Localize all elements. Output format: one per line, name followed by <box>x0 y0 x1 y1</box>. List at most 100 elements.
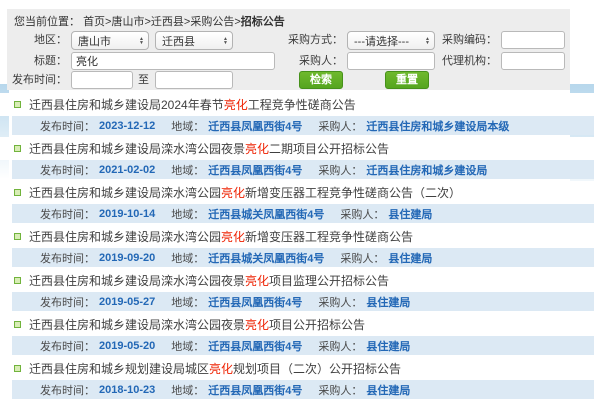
agency-input[interactable] <box>501 52 565 70</box>
announcement-title[interactable]: 迁西县住房和城乡建设局滦水湾公园亮化新增变压器工程竞争性磋商公告（二次） <box>29 184 461 201</box>
breadcrumb: 您当前位置： 首页>唐山市>迁西县>采购公告>招标公告 <box>14 13 285 29</box>
meta-region-value: 迁西县凤凰西街4号 <box>208 382 302 398</box>
announcement-title-row[interactable]: 迁西县住房和城乡规划建设局城区亮化规划项目（二次）公开招标公告 <box>0 357 600 380</box>
meta-region-label: 地域： <box>171 250 204 266</box>
purchase-method-select[interactable]: ---请选择--- ▲▼ <box>347 31 435 50</box>
region-county-value: 迁西县 <box>162 33 220 49</box>
announcement-title-row[interactable]: 迁西县住房和城乡建设局滦水湾公园亮化新增变压器工程竞争性磋商公告 <box>0 225 600 248</box>
meta-buyer-value: 县住建局 <box>388 206 432 222</box>
meta-region-value: 迁西县凤凰西街4号 <box>208 162 302 178</box>
meta-buyer-value: 县住建局 <box>366 338 410 354</box>
announcement-title[interactable]: 迁西县住房和城乡建设局滦水湾公园夜景亮化二期项目公开招标公告 <box>29 140 389 157</box>
announcement-bullet-icon <box>14 189 21 196</box>
announcement-title-row[interactable]: 迁西县住房和城乡建设局滦水湾公园夜景亮化项目监理公开招标公告 <box>0 269 600 292</box>
announcement-meta-row: 发布时间： 2019-05-20 地域： 迁西县凤凰西街4号 采购人： 县住建局 <box>12 336 594 355</box>
announcement-meta-row: 发布时间： 2019-05-27 地域： 迁西县凤凰西街4号 采购人： 县住建局 <box>12 292 594 311</box>
region-label: 地区： <box>7 31 67 49</box>
search-button[interactable]: 检索 <box>299 71 343 89</box>
meta-date-value: 2019-05-20 <box>99 340 155 352</box>
title-text-pre: 迁西县住房和城乡规划建设局城区 <box>29 362 209 376</box>
meta-buyer-value: 迁西县住房和城乡建设局本级 <box>366 118 509 134</box>
keyword-highlight: 亮化 <box>221 186 245 200</box>
buyer-label: 采购人： <box>267 52 343 70</box>
reset-button[interactable]: 重置 <box>385 71 429 89</box>
meta-region-label: 地域： <box>171 338 204 354</box>
buyer-input[interactable] <box>347 52 435 70</box>
breadcrumb-path[interactable]: 首页>唐山市>迁西县>采购公告> <box>83 16 241 28</box>
announcement-title-row[interactable]: 迁西县住房和城乡建设局滦水湾公园亮化新增变压器工程竞争性磋商公告（二次） <box>0 181 600 204</box>
meta-date-value: 2019-05-27 <box>99 296 155 308</box>
search-panel: 您当前位置： 首页>唐山市>迁西县>采购公告>招标公告 地区： 唐山市 ▲▼ 迁… <box>7 9 570 90</box>
announcement-meta-row: 发布时间： 2023-12-12 地域： 迁西县凤凰西街4号 采购人： 迁西县住… <box>12 116 594 135</box>
meta-buyer-label: 采购人： <box>340 206 384 222</box>
meta-buyer-label: 采购人： <box>318 338 362 354</box>
announcement-item: 迁西县住房和城乡建设局2024年春节亮化工程竞争性磋商公告 发布时间： 2023… <box>0 93 600 137</box>
meta-date-value: 2019-10-14 <box>99 208 155 220</box>
announcement-title-row[interactable]: 迁西县住房和城乡建设局滦水湾公园夜景亮化二期项目公开招标公告 <box>0 137 600 160</box>
meta-buyer-label: 采购人： <box>318 162 362 178</box>
date-from-input[interactable] <box>71 71 133 89</box>
meta-buyer-value: 县住建局 <box>388 250 432 266</box>
publish-date-label: 发布时间： <box>7 71 67 89</box>
purchase-code-label: 采购编码： <box>425 31 497 49</box>
announcement-item: 迁西县住房和城乡建设局滦水湾公园亮化新增变压器工程竞争性磋商公告（二次） 发布时… <box>0 181 600 225</box>
meta-buyer-value: 迁西县住房和城乡建设局 <box>366 162 487 178</box>
announcement-meta-row: 发布时间： 2019-09-20 地域： 迁西县城关凤凰西街4号 采购人： 县住… <box>12 248 594 267</box>
purchase-method-label: 采购方式： <box>267 31 343 49</box>
announcement-bullet-icon <box>14 101 21 108</box>
title-text-post: 规划项目（二次）公开招标公告 <box>233 362 401 376</box>
keyword-highlight: 亮化 <box>245 142 269 156</box>
keyword-highlight: 亮化 <box>224 98 248 112</box>
meta-buyer-label: 采购人： <box>340 250 384 266</box>
title-text-post: 新增变压器工程竞争性磋商公告（二次） <box>245 186 461 200</box>
dropdown-arrows-icon: ▲▼ <box>223 37 228 45</box>
announcement-item: 迁西县住房和城乡建设局滦水湾公园夜景亮化项目监理公开招标公告 发布时间： 201… <box>0 269 600 313</box>
region-county-select[interactable]: 迁西县 ▲▼ <box>155 31 233 50</box>
title-text-pre: 迁西县住房和城乡建设局滦水湾公园 <box>29 230 221 244</box>
title-text-post: 新增变压器工程竞争性磋商公告 <box>245 230 413 244</box>
keyword-highlight: 亮化 <box>245 274 269 288</box>
announcement-title[interactable]: 迁西县住房和城乡建设局滦水湾公园亮化新增变压器工程竞争性磋商公告 <box>29 228 413 245</box>
meta-date-value: 2021-02-02 <box>99 164 155 176</box>
announcement-title[interactable]: 迁西县住房和城乡建设局滦水湾公园夜景亮化项目监理公开招标公告 <box>29 272 389 289</box>
meta-date-value: 2018-10-23 <box>99 384 155 396</box>
meta-region-value: 迁西县城关凤凰西街4号 <box>208 250 324 266</box>
announcement-title-row[interactable]: 迁西县住房和城乡建设局滦水湾公园夜景亮化项目公开招标公告 <box>0 313 600 336</box>
announcement-bullet-icon <box>14 145 21 152</box>
purchase-method-value: ---请选择--- <box>354 33 422 49</box>
announcement-bullet-icon <box>14 365 21 372</box>
announcement-title-row[interactable]: 迁西县住房和城乡建设局2024年春节亮化工程竞争性磋商公告 <box>0 93 600 116</box>
meta-buyer-label: 采购人： <box>318 118 362 134</box>
meta-date-label: 发布时间： <box>40 294 95 310</box>
meta-date-value: 2023-12-12 <box>99 120 155 132</box>
meta-region-value: 迁西县凤凰西街4号 <box>208 294 302 310</box>
title-text-post: 工程竞争性磋商公告 <box>248 98 356 112</box>
purchase-code-input[interactable] <box>501 31 565 49</box>
keyword-highlight: 亮化 <box>209 362 233 376</box>
title-text-pre: 迁西县住房和城乡建设局滦水湾公园夜景 <box>29 142 245 156</box>
meta-region-value: 迁西县凤凰西街4号 <box>208 118 302 134</box>
meta-date-label: 发布时间： <box>40 162 95 178</box>
announcement-title[interactable]: 迁西县住房和城乡建设局滦水湾公园夜景亮化项目公开招标公告 <box>29 316 365 333</box>
announcement-bullet-icon <box>14 277 21 284</box>
breadcrumb-label: 您当前位置： <box>14 16 80 28</box>
agency-label: 代理机构： <box>425 52 497 70</box>
meta-date-label: 发布时间： <box>40 118 95 134</box>
title-text-pre: 迁西县住房和城乡建设局2024年春节 <box>29 98 224 112</box>
keyword-highlight: 亮化 <box>245 318 269 332</box>
announcement-title[interactable]: 迁西县住房和城乡建设局2024年春节亮化工程竞争性磋商公告 <box>29 96 356 113</box>
announcement-list: 迁西县住房和城乡建设局2024年春节亮化工程竞争性磋商公告 发布时间： 2023… <box>0 93 600 401</box>
meta-date-label: 发布时间： <box>40 382 95 398</box>
announcement-item: 迁西县住房和城乡规划建设局城区亮化规划项目（二次）公开招标公告 发布时间： 20… <box>0 357 600 401</box>
title-text-pre: 迁西县住房和城乡建设局滦水湾公园夜景 <box>29 318 245 332</box>
region-city-select[interactable]: 唐山市 ▲▼ <box>71 31 149 50</box>
meta-region-label: 地域： <box>171 118 204 134</box>
meta-region-value: 迁西县城关凤凰西街4号 <box>208 206 324 222</box>
announcement-item: 迁西县住房和城乡建设局滦水湾公园夜景亮化项目公开招标公告 发布时间： 2019-… <box>0 313 600 357</box>
meta-date-value: 2019-09-20 <box>99 252 155 264</box>
title-label: 标题： <box>7 52 67 70</box>
title-input[interactable] <box>71 52 275 70</box>
meta-date-label: 发布时间： <box>40 338 95 354</box>
announcement-title[interactable]: 迁西县住房和城乡规划建设局城区亮化规划项目（二次）公开招标公告 <box>29 360 401 377</box>
date-to-input[interactable] <box>155 71 233 89</box>
